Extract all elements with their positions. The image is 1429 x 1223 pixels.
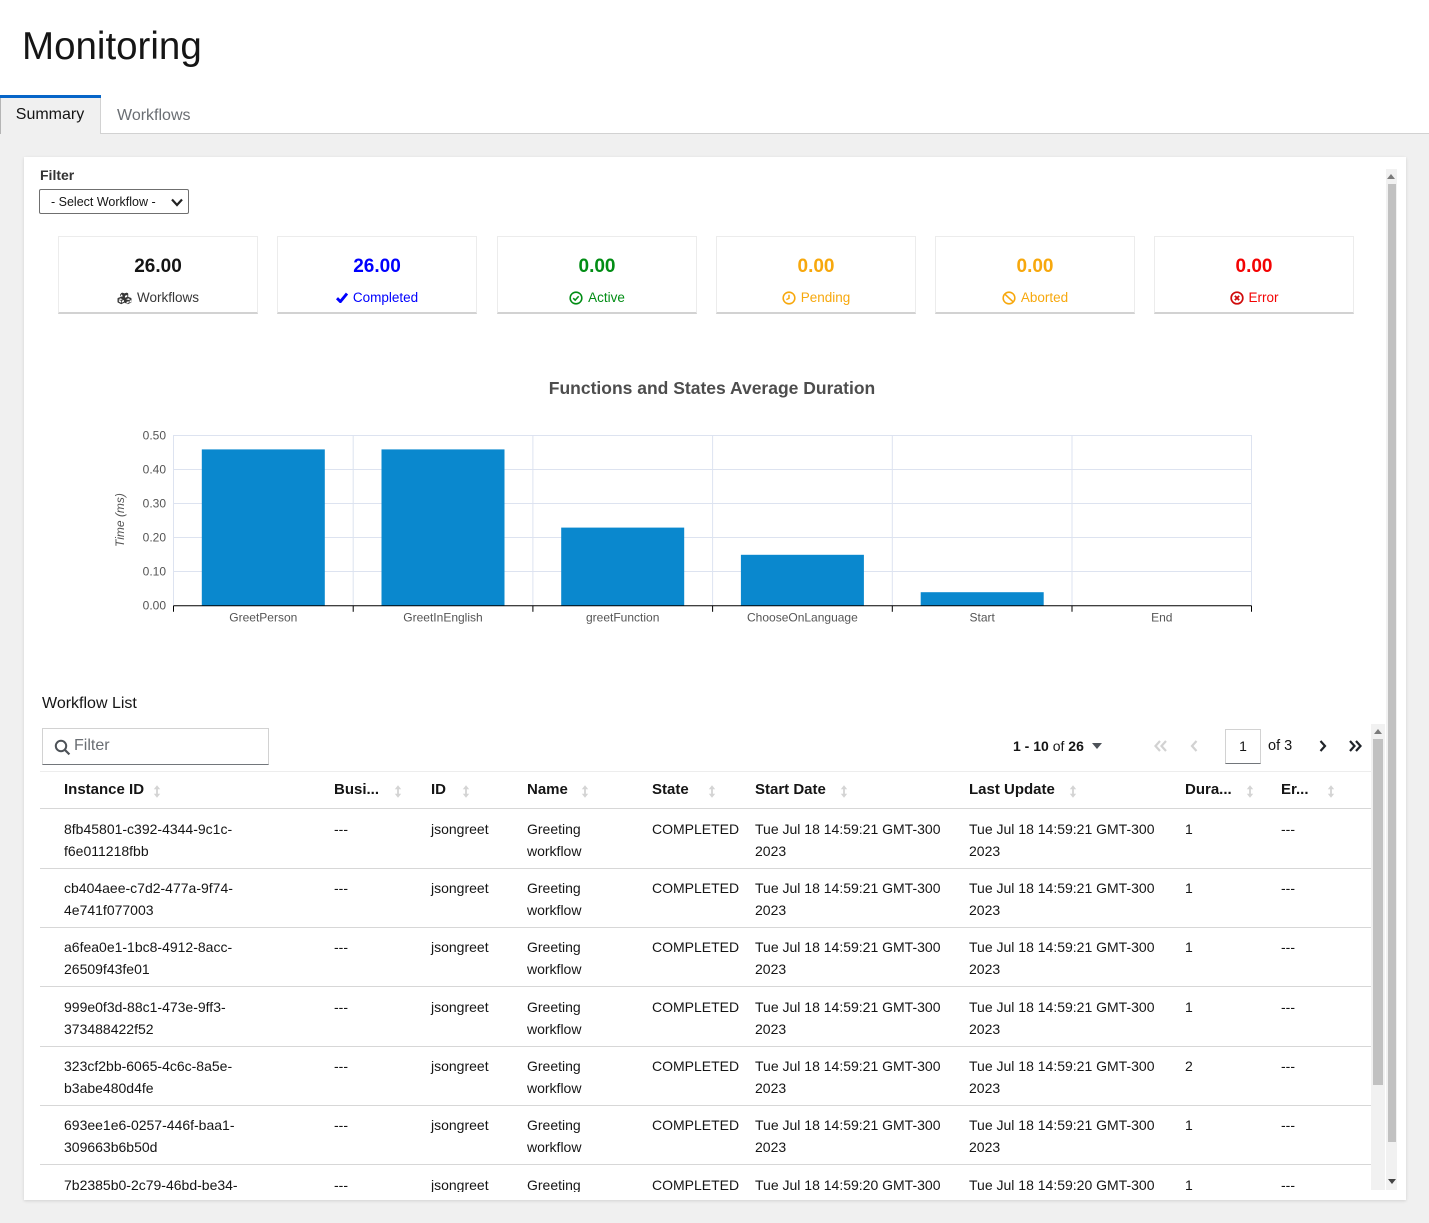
svg-text:ChooseOnLanguage: ChooseOnLanguage xyxy=(747,611,858,625)
svg-text:GreetPerson: GreetPerson xyxy=(229,611,297,625)
svg-text:greetFunction: greetFunction xyxy=(586,611,659,625)
svg-text:Start: Start xyxy=(970,611,996,625)
svg-text:GreetInEnglish: GreetInEnglish xyxy=(403,611,482,625)
svg-text:0.00: 0.00 xyxy=(143,598,167,612)
svg-text:0.40: 0.40 xyxy=(143,462,167,476)
svg-text:Time (ms): Time (ms) xyxy=(113,493,127,547)
svg-text:0.50: 0.50 xyxy=(143,428,167,442)
svg-text:End: End xyxy=(1151,611,1172,625)
svg-text:Functions and States Average D: Functions and States Average Duration xyxy=(549,378,875,398)
svg-text:0.20: 0.20 xyxy=(143,530,167,544)
svg-text:0.30: 0.30 xyxy=(143,496,167,510)
svg-text:0.10: 0.10 xyxy=(143,564,167,578)
